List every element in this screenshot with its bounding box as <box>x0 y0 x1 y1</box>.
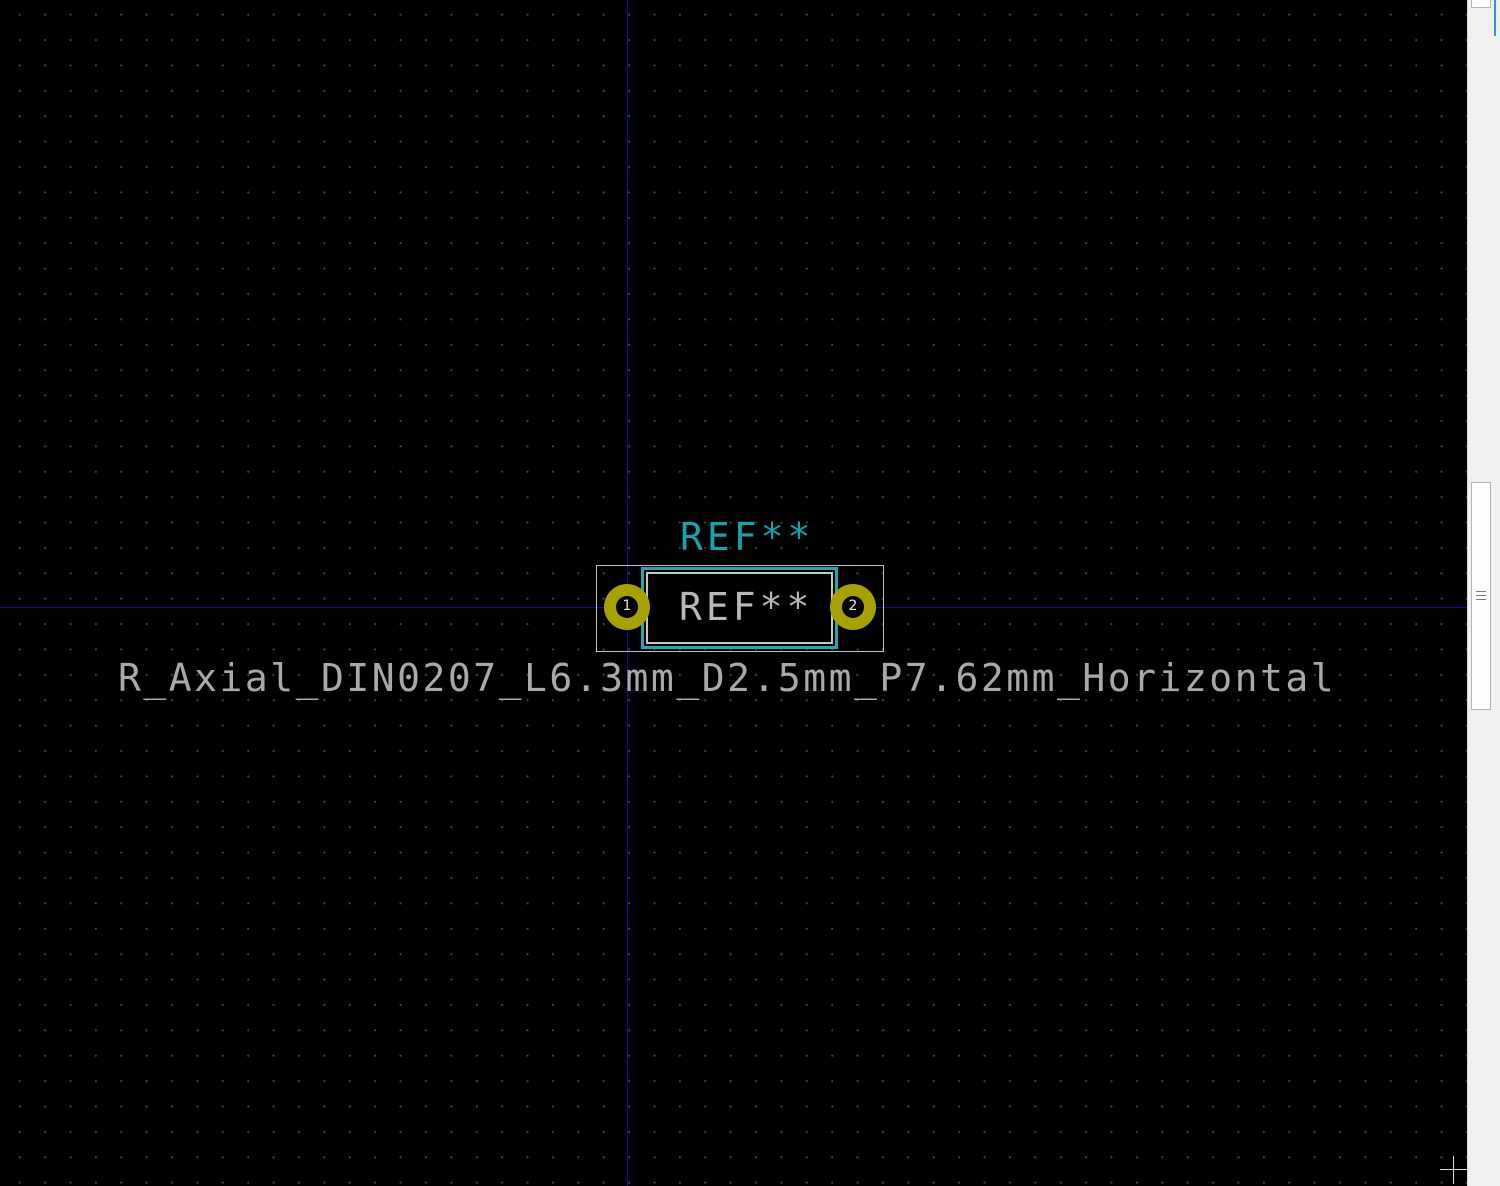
footprint-value-text[interactable]: R_Axial_DIN0207_L6.3mm_D2.5mm_P7.62mm_Ho… <box>118 659 1336 697</box>
scrollbar-thumb[interactable] <box>1471 482 1491 710</box>
grip-icon <box>1476 591 1486 600</box>
scrollbar-top-stub <box>1471 0 1491 8</box>
reference-designator-silk[interactable]: REF** <box>680 518 814 556</box>
vertical-scrollbar[interactable] <box>1467 0 1500 1186</box>
footprint: 1 2 REF** REF** R_Axial_DIN0207_L6.3mm_D… <box>0 0 1467 1186</box>
pad-number: 1 <box>622 598 632 614</box>
pad-2[interactable]: 2 <box>830 584 876 630</box>
crosshair-cursor-icon <box>1440 1156 1467 1184</box>
pad-1[interactable]: 1 <box>604 584 650 630</box>
pad-number: 2 <box>848 598 858 614</box>
reference-designator-fab[interactable]: REF** <box>679 588 813 626</box>
pcb-canvas[interactable]: 1 2 REF** REF** R_Axial_DIN0207_L6.3mm_D… <box>0 0 1467 1186</box>
panel-edge-highlight <box>1494 0 1500 36</box>
